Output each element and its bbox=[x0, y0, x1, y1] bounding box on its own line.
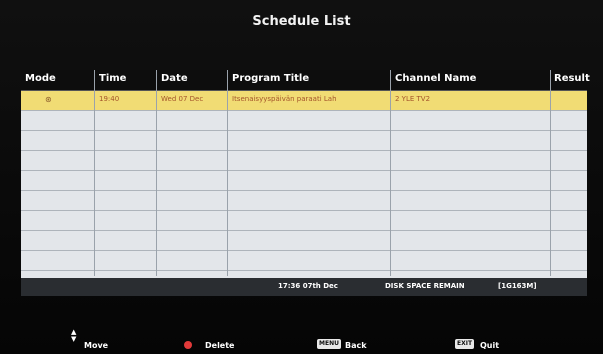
schedule-table: Mode Time Date Program Title Channel Nam… bbox=[21, 70, 590, 291]
exit-key-icon: EXIT bbox=[455, 339, 475, 349]
column-divider bbox=[156, 70, 157, 276]
recording-icon: ⊛ bbox=[45, 95, 52, 104]
cell-channel-name: 2 YLE TV2 bbox=[395, 95, 431, 103]
menu-key-icon: MENU bbox=[317, 339, 341, 349]
delete-button[interactable]: Delete bbox=[205, 341, 234, 350]
cell-time: 19:40 bbox=[99, 95, 120, 103]
red-button-icon bbox=[184, 341, 192, 349]
column-divider bbox=[227, 70, 228, 276]
cell-date: Wed 07 Dec bbox=[161, 95, 204, 103]
current-time: 17:36 07th Dec bbox=[278, 282, 338, 290]
column-divider bbox=[550, 70, 551, 276]
table-row[interactable]: ⊛ 19:40 Wed 07 Dec Itsenaisyyspäivän paraat… bbox=[21, 91, 587, 111]
cell-program-title: Itsenaisyyspäivän paraati Lah bbox=[232, 95, 337, 103]
table-row[interactable] bbox=[21, 251, 587, 271]
column-divider bbox=[94, 70, 95, 276]
table-row[interactable] bbox=[21, 151, 587, 171]
column-divider bbox=[390, 70, 391, 276]
table-row[interactable] bbox=[21, 211, 587, 231]
header-program-title: Program Title bbox=[232, 73, 310, 84]
header-channel-name: Channel Name bbox=[395, 73, 477, 84]
table-row[interactable] bbox=[21, 171, 587, 191]
move-label: Move bbox=[84, 341, 109, 350]
header-result: Result bbox=[554, 73, 590, 84]
status-bar: 17:36 07th Dec DISK SPACE REMAIN [1G163M… bbox=[21, 278, 587, 296]
disk-space-label: DISK SPACE REMAIN bbox=[385, 282, 465, 290]
tv-screen: Schedule List Mode Time Date Program Tit… bbox=[0, 0, 603, 354]
header-mode: Mode bbox=[25, 73, 56, 84]
page-title: Schedule List bbox=[252, 14, 351, 29]
up-down-arrows-icon: ▲ ▼ bbox=[71, 328, 77, 343]
table-row[interactable] bbox=[21, 131, 587, 151]
table-row[interactable] bbox=[21, 231, 587, 251]
header-date: Date bbox=[161, 73, 188, 84]
disk-space-value: [1G163M] bbox=[498, 282, 537, 290]
table-row[interactable] bbox=[21, 191, 587, 211]
back-button[interactable]: Back bbox=[345, 341, 367, 350]
quit-button[interactable]: Quit bbox=[480, 341, 499, 350]
table-row[interactable] bbox=[21, 111, 587, 131]
header-time: Time bbox=[99, 73, 127, 84]
table-header: Mode Time Date Program Title Channel Nam… bbox=[21, 70, 590, 91]
